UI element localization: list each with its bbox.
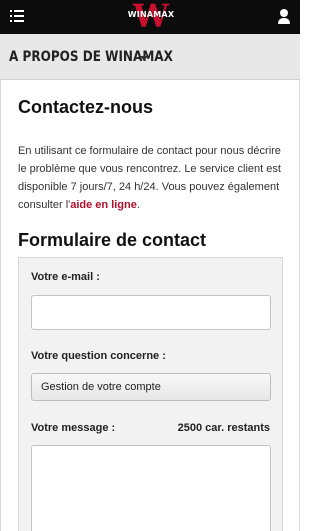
- winamax-logo[interactable]: W WINAMAX: [127, 0, 175, 35]
- intro-end: .: [136, 199, 140, 211]
- question-label: Votre question concerne :: [31, 350, 166, 362]
- intro-paragraph: En utilisant ce formulaire de contact po…: [18, 142, 290, 214]
- section-dropdown[interactable]: A PROPOS DE WINAMAX: [0, 34, 300, 80]
- user-icon[interactable]: [276, 8, 292, 26]
- contact-heading: Contactez-nous: [18, 97, 153, 117]
- intro-text: En utilisant ce formulaire de contact po…: [18, 145, 281, 211]
- help-link[interactable]: aide en ligne: [70, 199, 137, 211]
- email-field[interactable]: [31, 295, 271, 330]
- top-bar: W WINAMAX: [0, 0, 300, 35]
- contact-form: Votre e-mail : Votre question concerne :…: [18, 257, 283, 531]
- list-menu-icon[interactable]: [10, 10, 26, 24]
- message-counter: 2500 car. restants: [177, 422, 270, 434]
- caret-down-icon: [140, 56, 148, 61]
- main-content: Contactez-nous En utilisant ce formulair…: [0, 80, 300, 531]
- form-heading: Formulaire de contact: [18, 230, 207, 250]
- message-label: Votre message :: [31, 422, 116, 434]
- email-label: Votre e-mail :: [31, 271, 100, 283]
- section-title: A PROPOS DE WINAMAX: [9, 49, 173, 65]
- question-select[interactable]: Gestion de votre compte: [31, 373, 271, 401]
- message-field[interactable]: [31, 445, 271, 531]
- logo-text: WINAMAX: [127, 10, 175, 19]
